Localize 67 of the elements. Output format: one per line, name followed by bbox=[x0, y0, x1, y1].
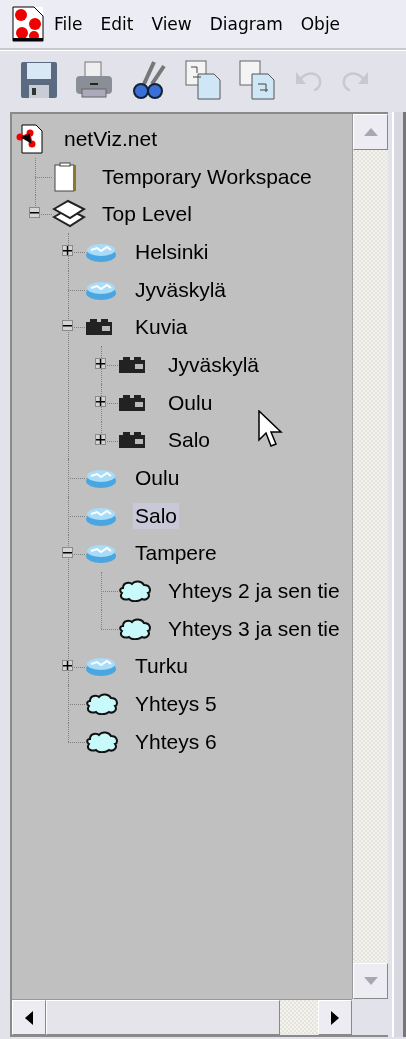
tree-item[interactable]: Salo bbox=[166, 427, 213, 454]
collapse-button[interactable] bbox=[62, 320, 73, 332]
scrollbar-corner bbox=[352, 999, 388, 1035]
plus-icon bbox=[96, 434, 105, 444]
arrow-left-icon bbox=[25, 1010, 33, 1025]
menu-item[interactable]: File bbox=[54, 14, 83, 34]
plus-icon bbox=[96, 359, 105, 369]
cloud-icon bbox=[118, 617, 152, 640]
briefcase-icon bbox=[118, 431, 146, 450]
expand-button[interactable] bbox=[62, 245, 73, 257]
horizontal-scrollbar[interactable] bbox=[12, 999, 352, 1035]
notepad-icon bbox=[52, 161, 78, 192]
tree-item[interactable]: netViz.net bbox=[62, 125, 159, 152]
plus-icon bbox=[96, 396, 105, 406]
flat-cloud-icon bbox=[85, 542, 117, 565]
tree-item[interactable]: Jyväskylä bbox=[133, 276, 229, 303]
flat-cloud-icon bbox=[85, 655, 117, 678]
copy-icon[interactable] bbox=[184, 59, 222, 100]
network-document-icon bbox=[16, 123, 46, 154]
plus-icon bbox=[63, 246, 72, 256]
tree-item[interactable]: Yhteys 6 bbox=[133, 728, 219, 755]
menu-item[interactable]: Obje bbox=[300, 14, 341, 34]
scissors-icon[interactable] bbox=[130, 59, 168, 100]
printer-icon[interactable] bbox=[74, 60, 114, 99]
paste-icon[interactable] bbox=[238, 59, 276, 100]
scroll-right-button[interactable] bbox=[318, 1000, 352, 1035]
tree-item[interactable]: Top Level bbox=[100, 201, 194, 228]
menu-item[interactable]: Diagram bbox=[209, 14, 283, 34]
scroll-up-button[interactable] bbox=[353, 114, 388, 150]
collapse-button[interactable] bbox=[62, 546, 73, 558]
tree-item[interactable]: Oulu bbox=[133, 465, 182, 492]
arrow-up-icon bbox=[363, 128, 378, 136]
stacked-layers-icon bbox=[52, 199, 86, 230]
tree-item[interactable]: Temporary Workspace bbox=[100, 163, 314, 190]
vertical-scrollbar[interactable] bbox=[352, 114, 388, 999]
briefcase-icon bbox=[118, 355, 146, 374]
tree-item[interactable]: Salo bbox=[133, 502, 180, 529]
arrow-down-icon bbox=[363, 977, 378, 985]
cloud-icon bbox=[85, 730, 119, 753]
tree-item[interactable]: Helsinki bbox=[133, 238, 211, 265]
tree-item[interactable]: Tampere bbox=[133, 540, 219, 567]
tree-item[interactable]: Yhteys 3 ja sen tie bbox=[166, 615, 342, 642]
mouse-pointer-icon bbox=[258, 410, 286, 450]
arrow-right-icon bbox=[331, 1010, 339, 1025]
cloud-icon bbox=[118, 580, 152, 603]
expand-button[interactable] bbox=[95, 433, 106, 445]
tree-item[interactable]: Yhteys 5 bbox=[133, 691, 219, 718]
expand-button[interactable] bbox=[62, 659, 73, 671]
plus-icon bbox=[63, 660, 72, 670]
menu-item[interactable]: View bbox=[151, 14, 192, 34]
tree-item[interactable]: Oulu bbox=[166, 389, 215, 416]
tree-item[interactable]: Turku bbox=[133, 653, 190, 680]
app-logo-icon bbox=[12, 6, 44, 42]
briefcase-icon bbox=[85, 318, 113, 337]
cloud-icon bbox=[85, 693, 119, 716]
scroll-left-button[interactable] bbox=[12, 1000, 46, 1035]
flat-cloud-icon bbox=[85, 467, 117, 490]
save-icon[interactable] bbox=[20, 60, 58, 99]
collapse-button[interactable] bbox=[29, 207, 40, 219]
tree-item[interactable]: Kuvia bbox=[133, 314, 190, 341]
menu-item[interactable]: Edit bbox=[100, 14, 134, 34]
tree-item[interactable]: Jyväskylä bbox=[166, 351, 262, 378]
expand-button[interactable] bbox=[95, 358, 106, 370]
briefcase-icon bbox=[118, 393, 146, 412]
scroll-thumb[interactable] bbox=[46, 1000, 280, 1035]
tree-item[interactable]: Yhteys 2 ja sen tie bbox=[166, 578, 342, 605]
expand-button[interactable] bbox=[95, 395, 106, 407]
